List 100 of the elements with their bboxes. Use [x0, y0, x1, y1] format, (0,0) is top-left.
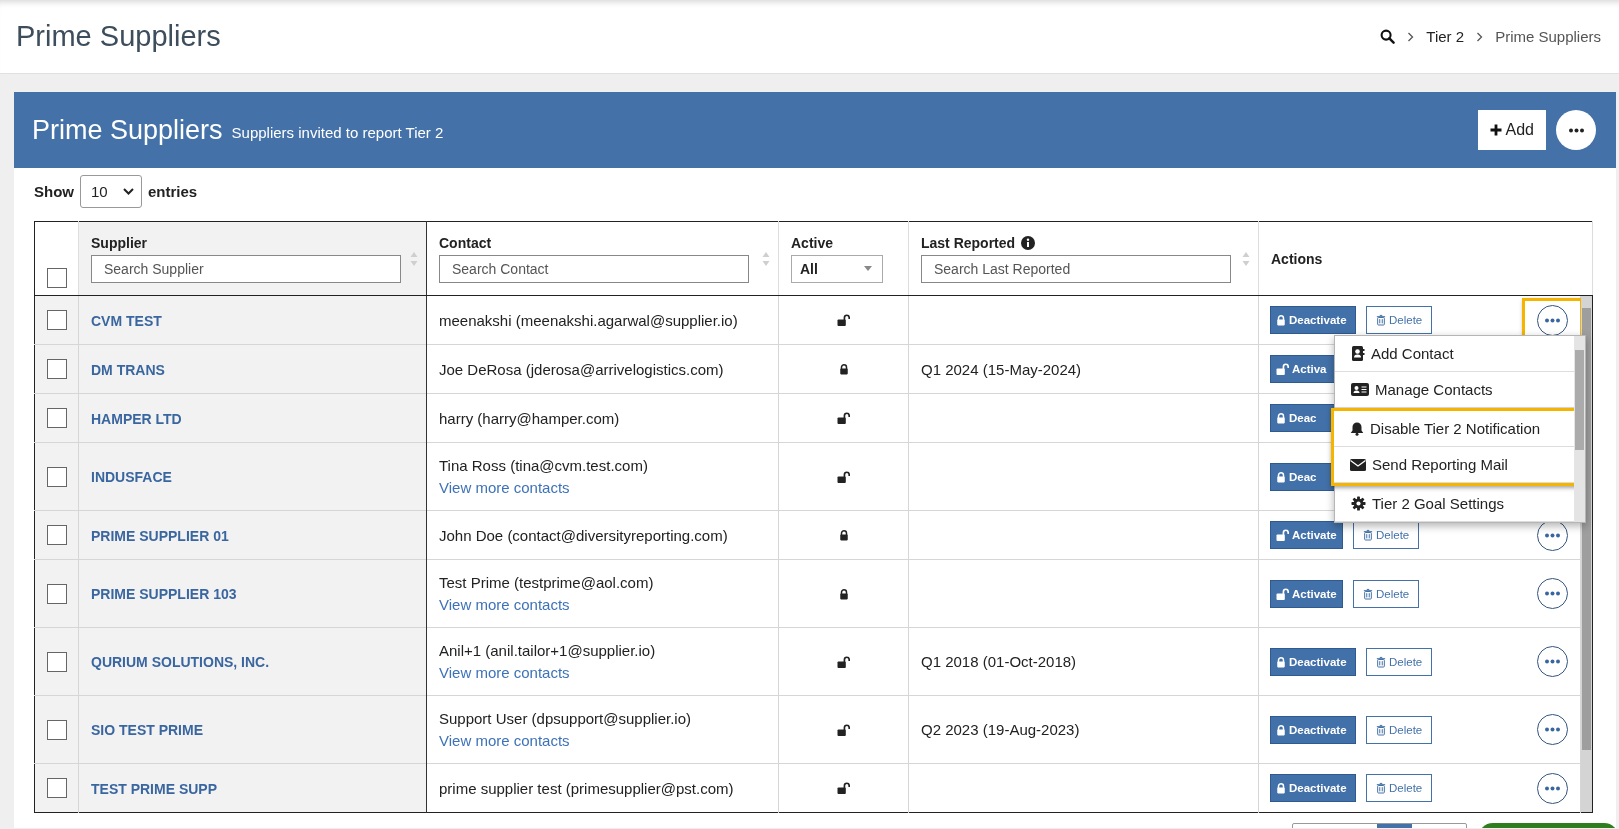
unlocked-lock-icon	[1276, 529, 1289, 541]
contact-text: harry (harry@hamper.com)	[439, 409, 621, 427]
search-field[interactable]: Search Last Reported	[921, 254, 1231, 283]
last-reported-text: Q1 2024 (15-May-2024)	[921, 360, 1082, 378]
supplier-link[interactable]: HAMPER LTD	[91, 410, 182, 427]
last-reported-text: Q2 2023 (19-Aug-2023)	[921, 721, 1080, 738]
show-label: Show	[34, 183, 74, 200]
page-title: Prime Suppliers	[16, 20, 221, 53]
supplier-link[interactable]: PRIME SUPPLIER 103	[91, 586, 237, 602]
supplier-link[interactable]: QURIUM SOLUTIONS, INC.	[91, 654, 270, 670]
row-checkbox[interactable]	[47, 359, 67, 379]
contact-text: meenakshi (meenakshi.agarwal@supplier.io)	[439, 311, 739, 329]
search-field[interactable]: Search Supplier	[91, 254, 401, 283]
contact-text: Anil+1 (anil.tailor+1@supplier.io)	[439, 642, 657, 659]
more-icon	[1545, 591, 1560, 596]
supplier-link[interactable]: TEST PRIME SUPP	[91, 780, 218, 797]
contact-text: John Doe (contact@diversityreporting.com)	[439, 526, 729, 544]
lock-icon	[1276, 412, 1286, 424]
trash-icon	[1376, 782, 1386, 794]
activate-button[interactable]: Activate	[1270, 521, 1343, 549]
plus-icon	[1489, 124, 1502, 136]
menu-scrollbar[interactable]	[1574, 336, 1585, 522]
breadcrumb-current: Prime Suppliers	[1495, 28, 1601, 45]
id-card-icon	[1351, 382, 1369, 397]
more-button[interactable]	[1556, 110, 1596, 150]
contact-text: Support User (dpsupport@supplier.io)	[439, 710, 693, 727]
breadcrumb-link[interactable]: Tier 2	[1426, 28, 1465, 45]
supplier-link[interactable]: INDUSFACE	[91, 469, 172, 485]
row-checkbox[interactable]	[47, 651, 67, 672]
last-reported-text: Q1 2018 (01-Oct-2018)	[921, 653, 1077, 670]
select-all-checkbox[interactable]	[46, 267, 67, 288]
row-checkbox[interactable]	[47, 525, 67, 545]
view-more-link[interactable]: View more contacts	[439, 664, 766, 681]
delete-button[interactable]: Delete	[1366, 306, 1433, 334]
row-checkbox[interactable]	[47, 310, 67, 330]
lock-icon	[1276, 655, 1286, 668]
menu-item[interactable]: Tier 2 Goal Settings	[1335, 486, 1574, 522]
chevron-down-icon	[123, 188, 134, 195]
deactivate-button[interactable]: Deactivate	[1270, 774, 1356, 802]
lock-icon	[1276, 470, 1286, 483]
entries-label: entries	[148, 183, 198, 200]
delete-button[interactable]: Delete	[1353, 521, 1420, 549]
trash-icon	[1363, 587, 1373, 600]
more-button[interactable]	[1537, 578, 1568, 609]
unlocked-lock-icon	[1276, 363, 1289, 375]
row-checkbox[interactable]	[47, 778, 67, 798]
supplier-link[interactable]: DM TRANS	[91, 361, 165, 378]
row-checkbox[interactable]	[47, 719, 67, 740]
column-header: Actions	[1271, 250, 1323, 267]
more-icon	[1568, 127, 1584, 133]
column-header: Contact	[439, 234, 492, 251]
panel-title: Prime Suppliers	[32, 114, 223, 146]
view-more-link[interactable]: View more contacts	[439, 732, 766, 749]
contact-book-icon	[1351, 346, 1365, 361]
supplier-link[interactable]: SIO TEST PRIME	[91, 722, 203, 738]
supplier-link[interactable]: PRIME SUPPLIER 01	[91, 527, 229, 544]
contact-text: prime supplier test (primesupplier@pst.com)	[439, 779, 735, 797]
trash-icon	[1363, 529, 1373, 541]
delete-button[interactable]: Delete	[1353, 579, 1420, 608]
lock-icon	[1276, 782, 1286, 794]
panel-subtitle: Suppliers invited to report Tier 2	[231, 124, 444, 141]
row-checkbox[interactable]	[47, 408, 67, 428]
add-button[interactable]: Add	[1477, 110, 1546, 150]
lock-icon	[1276, 314, 1286, 326]
filter-select[interactable]: All	[791, 254, 883, 283]
delete-button[interactable]: Delete	[1366, 647, 1433, 676]
delete-button[interactable]: Delete	[1366, 774, 1433, 802]
view-more-link[interactable]: View more contacts	[439, 596, 766, 613]
activate-button[interactable]: Activate	[1270, 579, 1343, 608]
column-header: Supplier	[91, 234, 147, 251]
more-icon	[1545, 727, 1560, 732]
view-more-link[interactable]: View more contacts	[439, 479, 766, 496]
lock-icon	[1276, 723, 1286, 736]
trash-icon	[1376, 314, 1386, 326]
trash-icon	[1376, 655, 1386, 668]
search-field[interactable]: Search Contact	[439, 254, 749, 283]
supplier-link[interactable]: CVM TEST	[91, 312, 162, 329]
delete-button[interactable]: Delete	[1366, 715, 1433, 744]
row-checkbox[interactable]	[47, 583, 67, 604]
unlocked-lock-icon	[1276, 587, 1289, 600]
more-button[interactable]	[1537, 772, 1568, 804]
more-icon	[1545, 317, 1560, 323]
more-icon	[1545, 659, 1560, 664]
more-icon	[1545, 532, 1560, 538]
more-button[interactable]	[1537, 714, 1568, 745]
column-header: Last Reported	[921, 234, 1016, 251]
more-button[interactable]	[1537, 646, 1568, 677]
gear-icon	[1351, 496, 1366, 511]
chevron-right-icon	[1407, 31, 1415, 42]
caret-icon	[864, 266, 872, 271]
menu-item[interactable]: Add Contact	[1335, 336, 1574, 372]
contact-text: Test Prime (testprime@aol.com)	[439, 574, 655, 591]
deactivate-button[interactable]: Deactivate	[1270, 647, 1356, 676]
more-button[interactable]	[1537, 304, 1568, 336]
deactivate-button[interactable]: Deactivate	[1270, 715, 1356, 744]
deactivate-button[interactable]: Deactivate	[1270, 306, 1356, 334]
entries-select[interactable]: 10	[80, 175, 142, 208]
trash-icon	[1376, 723, 1386, 736]
chevron-right-icon	[1476, 31, 1484, 42]
row-checkbox[interactable]	[47, 466, 67, 487]
